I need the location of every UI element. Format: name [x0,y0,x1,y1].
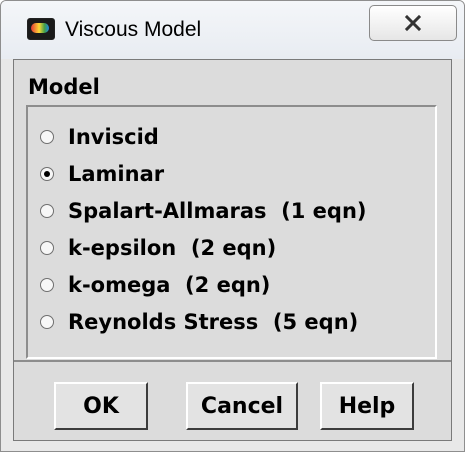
radio-label: k-epsilon (2 eqn) [68,236,277,260]
radio-label: k-omega (2 eqn) [68,273,271,297]
radio-button-selected[interactable] [40,167,54,181]
radio-option-reynolds-stress[interactable]: Reynolds Stress (5 eqn) [40,305,358,339]
close-button[interactable] [369,5,457,41]
radio-button[interactable] [40,204,54,218]
help-button[interactable]: Help [320,382,414,430]
window-title: Viscous Model [65,18,202,41]
radio-button[interactable] [40,315,54,329]
title-bar[interactable]: Viscous Model [1,1,464,59]
radio-label: Inviscid [68,125,159,149]
radio-option-k-epsilon[interactable]: k-epsilon (2 eqn) [40,231,276,265]
radio-button[interactable] [40,130,54,144]
radio-option-inviscid[interactable]: Inviscid [40,120,159,154]
radio-button[interactable] [40,241,54,255]
radio-option-spalart-allmaras[interactable]: Spalart-Allmaras (1 eqn) [40,194,367,228]
radio-option-k-omega[interactable]: k-omega (2 eqn) [40,268,270,302]
viscous-model-dialog: Viscous Model Model Inviscid Laminar Spa… [0,0,465,452]
radio-label: Spalart-Allmaras (1 eqn) [68,199,367,223]
button-bar: OK Cancel Help [14,360,451,440]
radio-label: Reynolds Stress (5 eqn) [68,310,359,334]
radio-label: Laminar [68,162,165,186]
radio-option-laminar[interactable]: Laminar [40,157,164,191]
radio-button[interactable] [40,278,54,292]
cancel-button[interactable]: Cancel [186,382,298,430]
fluent-app-icon [27,18,55,40]
ok-button[interactable]: OK [54,382,148,430]
model-group-label: Model [28,75,100,99]
dialog-content: Model Inviscid Laminar Spalart-Allmaras … [13,59,452,441]
close-icon [404,14,422,32]
